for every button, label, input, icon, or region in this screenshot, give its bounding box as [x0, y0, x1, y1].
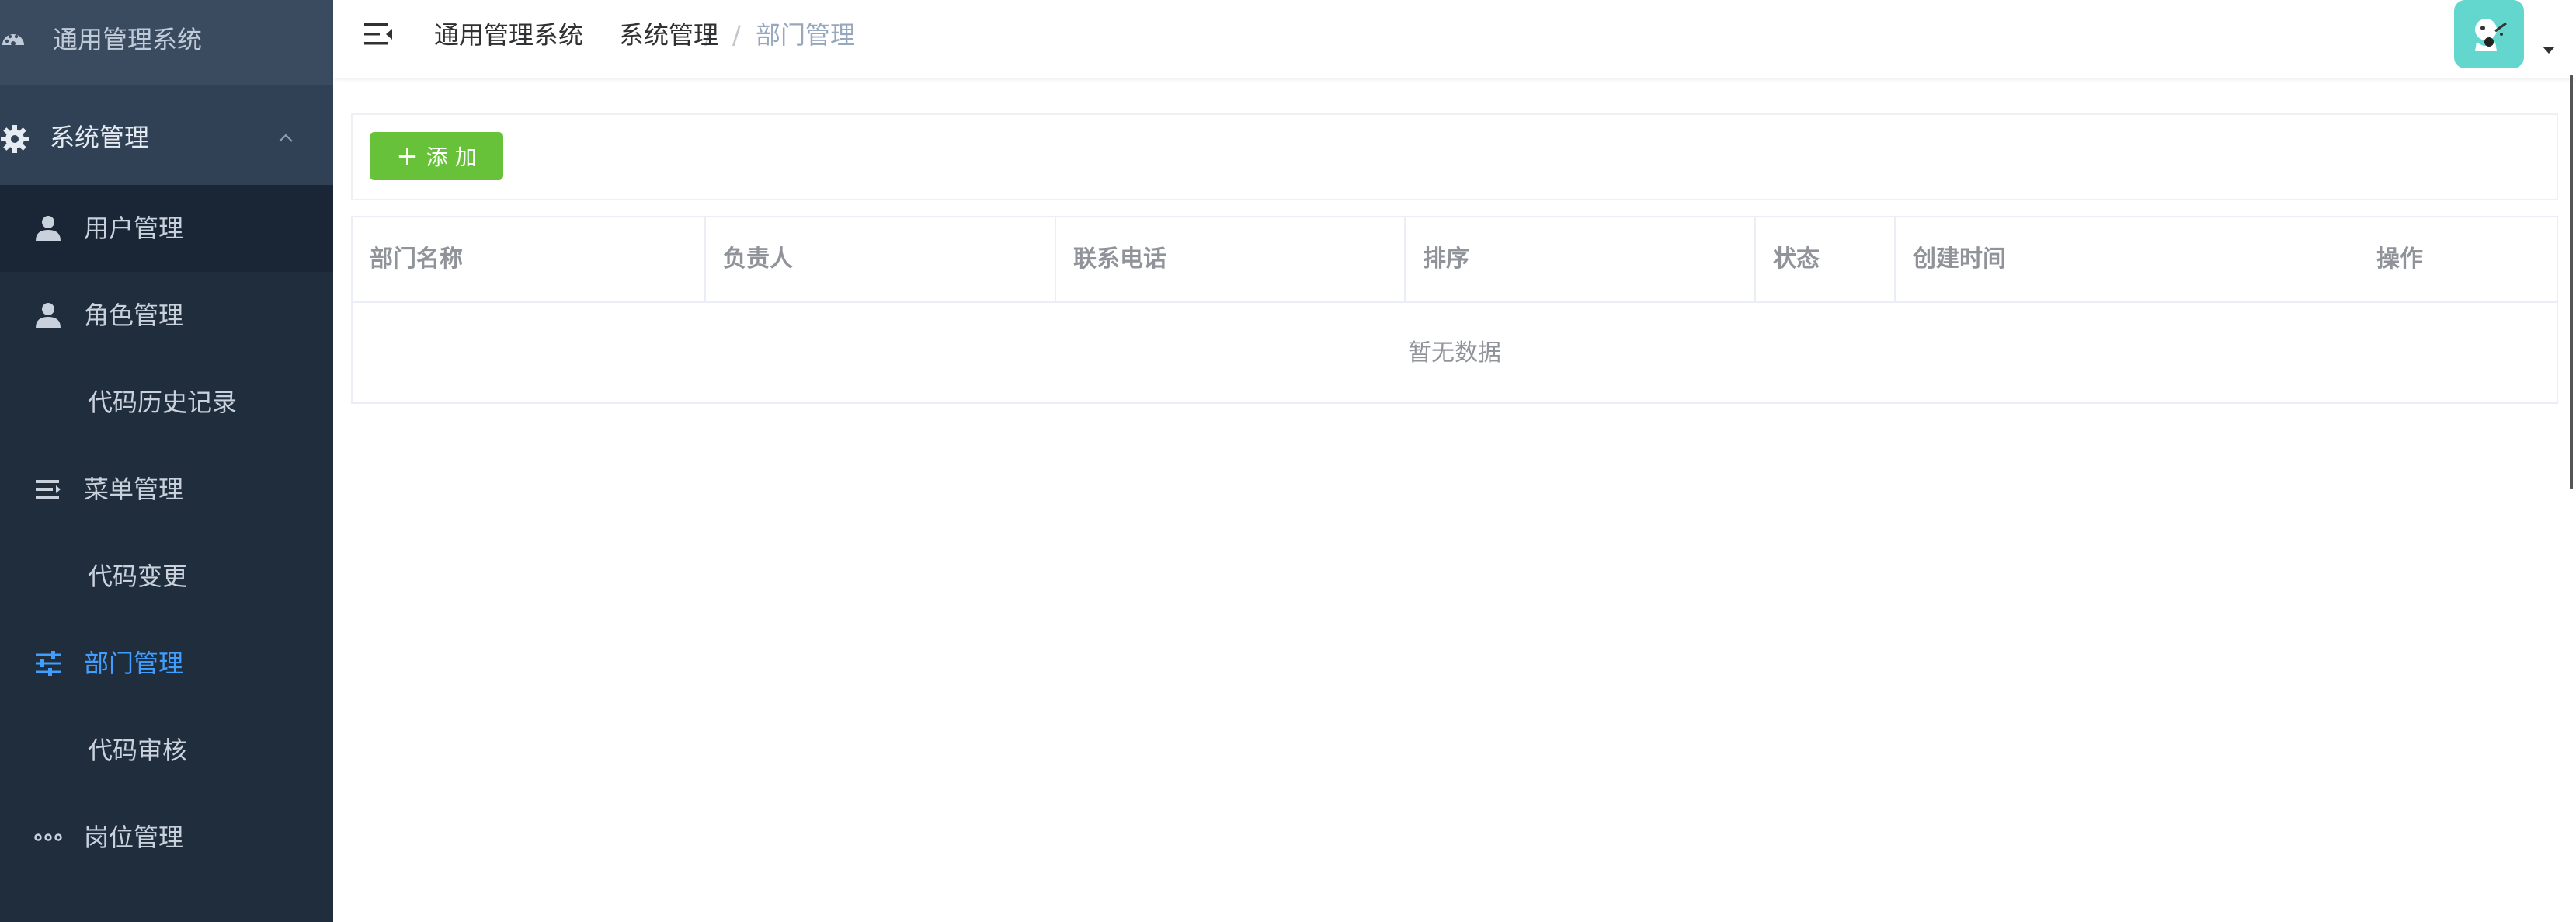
caret-down-icon[interactable] — [2541, 44, 2557, 55]
sidebar-item-code-history[interactable]: 代码历史记录 — [0, 359, 333, 446]
user-icon — [36, 216, 61, 241]
sidebar-item-label: 角色管理 — [84, 301, 184, 330]
dots-icon — [34, 833, 62, 841]
sidebar-submenu: 用户管理 角色管理 代码历史记录 菜单管理 代码变更 部门管理 代码审核 岗位管… — [0, 185, 333, 922]
sidebar-item-label: 菜单管理 — [84, 475, 184, 504]
chevron-up-icon — [279, 134, 293, 142]
sidebar-brand[interactable]: 通用管理系统 — [0, 0, 333, 85]
column-header-actions[interactable]: 操作 — [2359, 217, 2557, 301]
sidebar-item-menus[interactable]: 菜单管理 — [0, 446, 333, 533]
sidebar-item-roles[interactable]: 角色管理 — [0, 272, 333, 359]
sidebar-brand-label: 通用管理系统 — [53, 25, 203, 54]
table-header: 部门名称 负责人 联系电话 排序 状态 创建时间 操作 — [353, 217, 2557, 303]
add-button[interactable]: + 添 加 — [370, 132, 503, 180]
menu-list-icon — [36, 480, 61, 499]
column-header-phone[interactable]: 联系电话 — [1056, 217, 1406, 301]
sidebar-item-departments[interactable]: 部门管理 — [0, 620, 333, 707]
breadcrumb-item-system[interactable]: 系统管理 — [619, 17, 718, 53]
column-header-status[interactable]: 状态 — [1756, 217, 1896, 301]
table-empty-text: 暂无数据 — [1408, 339, 1501, 367]
sidebar-item-code-change[interactable]: 代码变更 — [0, 533, 333, 620]
toolbar-panel: + 添 加 — [351, 113, 2558, 200]
user-icon — [36, 303, 61, 328]
breadcrumb-item-current: 部门管理 — [756, 20, 856, 50]
sidebar-item-users[interactable]: 用户管理 — [0, 185, 333, 272]
sidebar-item-label: 代码历史记录 — [88, 388, 238, 417]
avatar-icon — [2475, 19, 2507, 51]
hamburger-icon[interactable] — [363, 19, 394, 50]
sidebar-item-code-review[interactable]: 代码审核 — [0, 707, 333, 794]
column-header-leader[interactable]: 负责人 — [706, 217, 1056, 301]
sidebar-group-system[interactable]: 系统管理 — [0, 92, 333, 185]
breadcrumb-separator: / — [732, 20, 741, 50]
sidebar-item-label: 部门管理 — [84, 649, 184, 678]
department-table: 部门名称 负责人 联系电话 排序 状态 创建时间 操作 暂无数据 — [351, 216, 2558, 404]
column-header-dept-name[interactable]: 部门名称 — [353, 217, 706, 301]
sidebar-item-label: 用户管理 — [84, 214, 184, 243]
sidebar-group-label: 系统管理 — [50, 123, 150, 152]
sidebar-item-label: 代码变更 — [88, 562, 188, 591]
sliders-icon — [36, 651, 61, 676]
add-button-label: 添 加 — [426, 144, 477, 170]
column-header-created-at[interactable]: 创建时间 — [1896, 217, 2359, 301]
breadcrumb-item-root[interactable]: 通用管理系统 — [434, 17, 583, 53]
sidebar-item-label: 岗位管理 — [84, 823, 184, 852]
column-header-sort[interactable]: 排序 — [1406, 217, 1756, 301]
plus-icon: + — [396, 141, 419, 172]
sidebar: 通用管理系统 系统管理 用户管理 角色管理 代码历史记录 菜单管理 代码变更 部… — [0, 0, 333, 922]
sidebar-item-label: 代码审核 — [88, 736, 188, 765]
sidebar-item-posts[interactable]: 岗位管理 — [0, 794, 333, 881]
sidebar-item-partial[interactable] — [0, 881, 333, 922]
gear-icon — [1, 125, 29, 153]
dashboard-icon — [2, 34, 24, 46]
scrollbar[interactable] — [2570, 75, 2573, 489]
avatar[interactable] — [2454, 0, 2524, 68]
top-navbar: 通用管理系统 / 系统管理 / 部门管理 — [333, 0, 2576, 78]
